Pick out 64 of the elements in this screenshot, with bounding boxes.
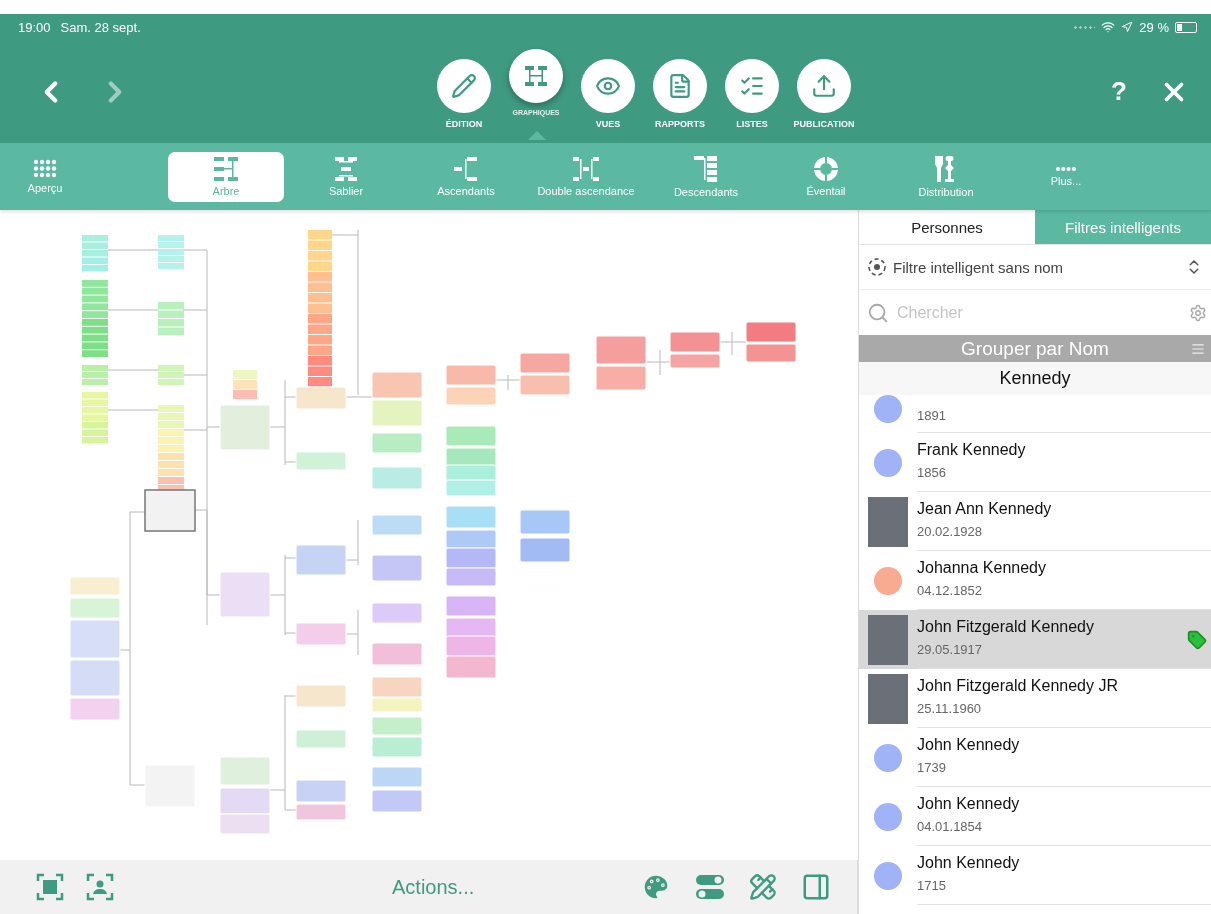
pencil-ruler-button[interactable] bbox=[749, 873, 777, 901]
double-chart-icon bbox=[572, 156, 600, 182]
person-name: John Kennedy bbox=[917, 854, 1021, 872]
upload-icon bbox=[811, 72, 837, 99]
settings-icon[interactable] bbox=[1189, 303, 1207, 322]
person-name: Jean Ann Kennedy bbox=[917, 500, 1053, 518]
person-name: John Fitzgerald Kennedy bbox=[917, 618, 1095, 636]
photo-placeholder bbox=[868, 673, 908, 724]
ancestors-chart-icon bbox=[453, 156, 479, 182]
more-icon bbox=[1055, 166, 1077, 172]
smart-filter-selector[interactable]: Filtre intelligent sans nom bbox=[893, 258, 1179, 276]
person-name: John Kennedy bbox=[917, 736, 1021, 754]
search-field[interactable]: Chercher bbox=[895, 302, 1183, 323]
wifi-icon bbox=[1101, 20, 1116, 34]
person-name: John Fitzgerald Kennedy JR bbox=[917, 677, 1119, 695]
section-header: Kennedy bbox=[999, 368, 1071, 389]
person-name: Frank Kennedy bbox=[917, 441, 1027, 459]
chart-type-tab[interactable]: Aperçu bbox=[0, 151, 90, 202]
person-date: 25.11.1960 bbox=[917, 701, 983, 716]
actions-button[interactable]: Actions... bbox=[392, 875, 475, 899]
chart-type-tab[interactable]: Ascendants bbox=[408, 151, 524, 202]
battery-percent: 29 % bbox=[1139, 19, 1169, 35]
chart-type-tab[interactable]: Arbre bbox=[168, 151, 284, 202]
person-date: 1739 bbox=[917, 760, 947, 775]
person-date: 1891 bbox=[917, 408, 947, 423]
dashed-target-icon bbox=[867, 257, 887, 277]
person-row[interactable]: John Fitzgerald Kennedy 29.05.1917 bbox=[859, 610, 1211, 669]
pencil-icon bbox=[451, 72, 477, 99]
person-date: 29.05.1917 bbox=[917, 642, 984, 657]
person-date: 1856 bbox=[917, 465, 947, 480]
person-name: Johanna Kennedy bbox=[917, 559, 1047, 577]
chart-type-tab[interactable]: Sablier bbox=[288, 151, 404, 202]
person-date: 04.01.1854 bbox=[917, 819, 984, 834]
panel-tab[interactable]: Filtres intelligents bbox=[1035, 210, 1211, 244]
photo-placeholder bbox=[868, 496, 908, 547]
chart-type-tab[interactable]: Descendants bbox=[648, 151, 764, 202]
chart-type-tab[interactable]: Distribution bbox=[888, 151, 1004, 202]
location-icon bbox=[1121, 21, 1134, 33]
tree-chart-icon bbox=[212, 156, 240, 182]
palette-button[interactable] bbox=[641, 872, 671, 902]
status-time: 19:00 bbox=[18, 19, 51, 35]
chart-type-tab[interactable]: Éventail bbox=[768, 151, 884, 202]
signal-icon bbox=[1073, 25, 1096, 29]
chart-type-tab[interactable]: Plus... bbox=[1008, 151, 1124, 202]
person-name: John Kennedy bbox=[917, 795, 1021, 813]
toggles-button[interactable] bbox=[695, 873, 725, 901]
target-icon bbox=[813, 156, 839, 182]
photo-placeholder bbox=[868, 614, 908, 665]
battery-icon bbox=[1175, 21, 1197, 33]
document-icon bbox=[667, 72, 693, 99]
status-date: Sam. 28 sept. bbox=[60, 19, 141, 35]
search-icon bbox=[867, 301, 889, 324]
person-date: 04.12.1852 bbox=[917, 583, 984, 598]
chart-type-tab[interactable]: Double ascendance bbox=[528, 151, 644, 202]
descendants-chart-icon bbox=[693, 155, 719, 183]
person-date: 20.02.1928 bbox=[917, 524, 984, 539]
dot-grid-icon bbox=[33, 159, 57, 179]
hourglass-chart-icon bbox=[332, 156, 360, 182]
help-button[interactable]: ? bbox=[1111, 76, 1127, 107]
fit-image-button[interactable] bbox=[36, 873, 64, 901]
person-date: 1715 bbox=[917, 878, 947, 893]
center-person-button[interactable] bbox=[86, 873, 114, 901]
side-panel-button[interactable] bbox=[801, 872, 831, 902]
list-icon bbox=[1191, 341, 1205, 356]
